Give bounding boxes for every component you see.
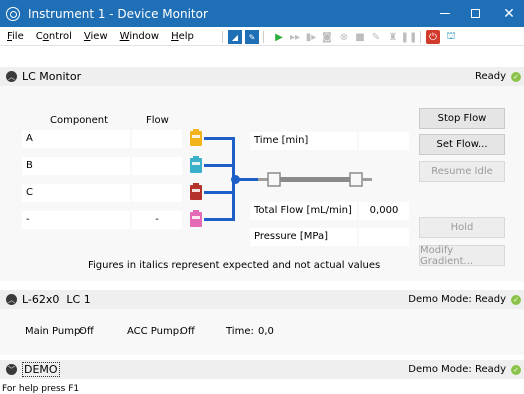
camera-icon[interactable]: ◙	[320, 30, 334, 44]
menu-help[interactable]: Help	[171, 31, 194, 42]
flow-a	[132, 130, 182, 148]
pipe	[204, 137, 234, 140]
main-pump-value: Off	[79, 326, 94, 337]
solvent-bottle-c-icon	[190, 183, 202, 200]
stop-flow-button[interactable]: Stop Flow	[419, 108, 505, 129]
expand-icon[interactable]: ﹀	[6, 364, 17, 375]
flow-d: -	[132, 211, 182, 229]
demo-header[interactable]: ﹀ DEMO Demo Mode: Ready ✓	[0, 360, 524, 379]
column-header-flow: Flow	[146, 115, 169, 126]
flow-b	[132, 157, 182, 175]
section-title: L-62x0 LC 1	[22, 293, 91, 306]
collapse-icon[interactable]: ︿	[6, 294, 17, 305]
menu-window[interactable]: Window	[120, 31, 159, 42]
step-icon[interactable]: ▮▸	[304, 30, 318, 44]
pressure-value	[359, 228, 409, 246]
modify-gradient-button[interactable]: Modify Gradient...	[419, 245, 505, 267]
total-flow-value: 0,000	[359, 202, 409, 220]
minimize-icon	[440, 13, 450, 14]
edit-icon[interactable]: ✎	[369, 30, 383, 44]
ready-check-icon: ✓	[511, 294, 521, 305]
fast-forward-icon[interactable]: ▸▸	[288, 30, 302, 44]
run-icon[interactable]: ▶	[272, 30, 286, 44]
pause-icon[interactable]: ❚❚	[401, 30, 418, 44]
component-d: -	[22, 211, 130, 229]
ready-check-icon: ✓	[511, 71, 521, 82]
chart-icon[interactable]: ◢	[228, 30, 242, 44]
toolbar-separator	[263, 31, 264, 43]
toolbar-separator	[420, 31, 421, 43]
stop-icon[interactable]: ■	[353, 30, 367, 44]
method-icon[interactable]: ✎	[245, 30, 259, 44]
lc-monitor-panel: Component Flow A B C - - Time [min] Tota…	[0, 86, 524, 281]
hold-button[interactable]: Hold	[419, 217, 505, 238]
close-icon: ✕	[503, 5, 515, 22]
pressure-label: Pressure [MPa]	[250, 228, 357, 246]
section-title: DEMO	[22, 362, 60, 377]
italics-note: Figures in italics represent expected an…	[88, 260, 381, 271]
toolbar-separator	[222, 31, 223, 43]
total-flow-label: Total Flow [mL/min]	[250, 202, 357, 220]
acc-pump-value: Off	[180, 326, 195, 337]
pump-icon[interactable]: ♜	[386, 30, 400, 44]
lc-monitor-header[interactable]: ︿ LC Monitor Ready ✓	[0, 67, 524, 86]
ready-check-icon: ✓	[511, 364, 521, 375]
component-b: B	[22, 157, 130, 175]
window-title: Instrument 1 - Device Monitor	[28, 6, 208, 21]
menu-view[interactable]: View	[84, 31, 108, 42]
minimize-button[interactable]	[430, 0, 460, 27]
section-title: LC Monitor	[22, 70, 82, 83]
lc1-header[interactable]: ︿ L-62x0 LC 1 Demo Mode: Ready ✓	[0, 290, 524, 309]
maximize-button[interactable]	[460, 0, 490, 27]
power-icon[interactable]: ⏻	[426, 30, 440, 44]
time-value	[359, 132, 409, 150]
menu-control[interactable]: Control	[36, 31, 72, 42]
column-header-component: Component	[50, 115, 109, 126]
app-icon	[6, 6, 20, 21]
pipe	[204, 191, 234, 194]
maximize-icon	[470, 9, 480, 18]
status-text: Demo Mode: Ready	[408, 364, 506, 375]
pipe	[204, 164, 234, 167]
close-button[interactable]: ✕	[494, 0, 524, 27]
time-label: Time:	[226, 326, 254, 337]
status-text: Ready	[474, 71, 506, 82]
set-flow-button[interactable]: Set Flow...	[419, 134, 505, 155]
abort-icon[interactable]: ⊗	[337, 30, 351, 44]
column-icon	[258, 172, 372, 187]
main-pump-label: Main Pump:	[25, 326, 84, 337]
status-text: Demo Mode: Ready	[408, 294, 506, 305]
time-label: Time [min]	[250, 132, 357, 150]
solvent-bottle-b-icon	[190, 156, 202, 173]
resume-idle-button[interactable]: Resume Idle	[419, 161, 505, 182]
instrument-icon[interactable]: ⛫	[444, 30, 458, 44]
time-value: 0,0	[258, 326, 274, 337]
acc-pump-label: ACC Pump:	[127, 326, 183, 337]
menu-file[interactable]: File	[7, 31, 24, 42]
status-bar: For help press F1	[2, 384, 80, 394]
title-bar: Instrument 1 - Device Monitor ✕	[0, 0, 524, 27]
solvent-bottle-a-icon	[190, 129, 202, 146]
collapse-icon[interactable]: ︿	[6, 71, 17, 82]
pipe	[204, 218, 234, 221]
mixer-icon	[231, 175, 240, 184]
solvent-bottle-d-icon	[190, 210, 202, 227]
lc1-panel: Main Pump: Off ACC Pump: Off Time: 0,0	[0, 309, 524, 355]
component-c: C	[22, 184, 130, 202]
flow-c	[132, 184, 182, 202]
component-a: A	[22, 130, 130, 148]
